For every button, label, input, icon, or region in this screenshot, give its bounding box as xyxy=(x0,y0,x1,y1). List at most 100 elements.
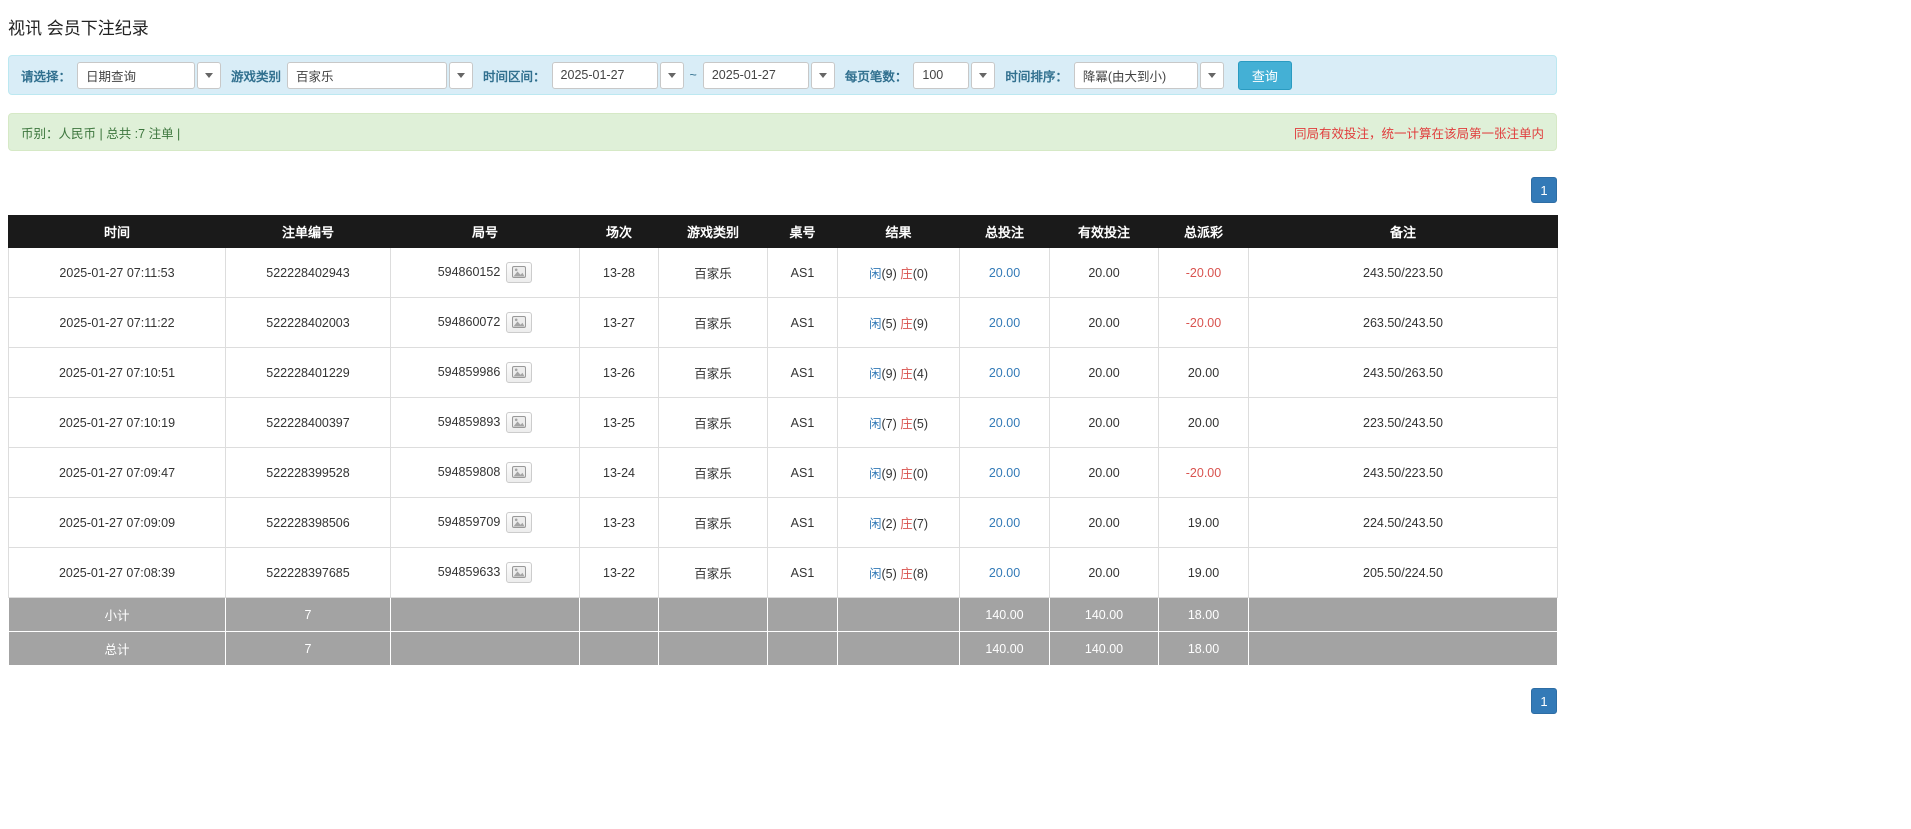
table-header-row: 时间 注单编号 局号 场次 游戏类别 桌号 结果 总投注 有效投注 总派彩 备注 xyxy=(8,215,1558,248)
date-from-input[interactable] xyxy=(551,61,658,89)
total-bet-link[interactable]: 20.00 xyxy=(989,566,1020,580)
table-row: 2025-01-27 07:09:47 522228399528 5948598… xyxy=(8,447,1558,498)
cell-game: 百家乐 xyxy=(658,297,768,348)
cell-payout: 19.00 xyxy=(1158,547,1249,598)
summary-row: 小计 7 140.00 140.00 18.00 xyxy=(8,597,1558,632)
total-bet-link[interactable]: 20.00 xyxy=(989,316,1020,330)
cell-result: 闲(5) 庄(8) xyxy=(837,547,960,598)
chevron-down-icon xyxy=(667,72,676,78)
round-number: 594859709 xyxy=(437,514,501,529)
round-preview-button[interactable] xyxy=(506,362,533,383)
round-preview-button[interactable] xyxy=(506,462,533,483)
cell-total-bet: 20.00 xyxy=(959,297,1050,348)
date-to-dropdown-button[interactable] xyxy=(810,61,835,89)
cell-bet-id: 522228402003 xyxy=(225,297,391,348)
round-preview-button[interactable] xyxy=(506,562,533,583)
cell-session: 13-27 xyxy=(579,297,659,348)
result-player-label: 闲 xyxy=(868,467,882,481)
total-bet-link[interactable]: 20.00 xyxy=(989,516,1020,530)
time-sort-combo xyxy=(1073,61,1224,89)
page-title: 视讯 会员下注纪录 xyxy=(8,19,149,38)
total-bet-link[interactable]: 20.00 xyxy=(989,266,1020,280)
game-type-input[interactable] xyxy=(287,61,448,89)
cell-table: AS1 xyxy=(767,247,838,298)
cell-valid-bet: 20.00 xyxy=(1049,497,1159,548)
cell-game: 百家乐 xyxy=(658,497,768,548)
round-preview-button[interactable] xyxy=(506,412,533,433)
result-player-label: 闲 xyxy=(868,567,882,581)
result-banker-score: (7) xyxy=(912,517,929,531)
result-banker-label: 庄 xyxy=(900,567,913,581)
date-from-dropdown-button[interactable] xyxy=(659,61,684,89)
date-from-combo xyxy=(551,61,684,89)
cell-note: 263.50/243.50 xyxy=(1248,297,1558,348)
game-type-combo xyxy=(287,61,474,89)
result-banker-score: (8) xyxy=(912,567,929,581)
cell-bet-id: 522228398506 xyxy=(225,497,391,548)
select-label: 请选择： xyxy=(21,69,72,84)
cell-table: AS1 xyxy=(767,547,838,598)
per-page-input[interactable] xyxy=(913,61,970,89)
per-page-dropdown-button[interactable] xyxy=(971,61,996,89)
result-player-score: (5) xyxy=(881,567,897,581)
result-player-label: 闲 xyxy=(868,317,882,331)
date-to-input[interactable] xyxy=(702,61,809,89)
time-sort-input[interactable] xyxy=(1073,61,1198,89)
time-sort-dropdown-button[interactable] xyxy=(1199,61,1224,89)
chevron-down-icon xyxy=(979,72,988,78)
cell-valid-bet: 20.00 xyxy=(1049,297,1159,348)
query-type-dropdown-button[interactable] xyxy=(197,61,222,89)
search-button[interactable]: 查询 xyxy=(1237,60,1292,90)
currency-summary-text: 币别：人民币 | 总共 :7 注单 | xyxy=(21,126,181,141)
summary-total-bet: 140.00 xyxy=(959,631,1050,666)
summary-empty-cell xyxy=(658,631,768,666)
table-row: 2025-01-27 07:08:39 522228397685 5948596… xyxy=(8,547,1558,598)
summary-row: 总计 7 140.00 140.00 18.00 xyxy=(8,631,1558,666)
cell-result: 闲(9) 庄(0) xyxy=(837,447,960,498)
cell-bet-id: 522228397685 xyxy=(225,547,391,598)
result-banker-label: 庄 xyxy=(900,267,913,281)
cell-payout: 20.00 xyxy=(1158,347,1249,398)
round-number: 594859893 xyxy=(437,414,501,429)
table-row: 2025-01-27 07:10:51 522228401229 5948599… xyxy=(8,347,1558,398)
result-banker-label: 庄 xyxy=(900,417,913,431)
cell-valid-bet: 20.00 xyxy=(1049,347,1159,398)
page-1-button[interactable]: 1 xyxy=(1531,177,1557,203)
image-icon xyxy=(512,416,527,428)
notice-text: 同局有效投注，统一计算在该局第一张注单内 xyxy=(1293,126,1544,141)
summary-bar: 币别：人民币 | 总共 :7 注单 | 同局有效投注，统一计算在该局第一张注单内 xyxy=(8,113,1557,151)
cell-session: 13-24 xyxy=(579,447,659,498)
total-bet-link[interactable]: 20.00 xyxy=(989,366,1020,380)
cell-note: 243.50/223.50 xyxy=(1248,247,1558,298)
result-player-score: (5) xyxy=(881,317,897,331)
filter-bar: 请选择： 游戏类别 时间区间： ~ 每页笔数： 时间排序： xyxy=(8,55,1557,95)
column-header: 总投注 xyxy=(959,215,1050,248)
table-row: 2025-01-27 07:09:09 522228398506 5948597… xyxy=(8,497,1558,548)
result-player-label: 闲 xyxy=(868,367,882,381)
cell-total-bet: 20.00 xyxy=(959,347,1050,398)
total-bet-link[interactable]: 20.00 xyxy=(989,416,1020,430)
cell-total-bet: 20.00 xyxy=(959,247,1050,298)
round-preview-button[interactable] xyxy=(506,512,533,533)
cell-total-bet: 20.00 xyxy=(959,547,1050,598)
summary-empty-cell xyxy=(658,597,768,632)
query-type-input[interactable] xyxy=(77,61,196,89)
cell-round: 594859986 xyxy=(390,347,580,398)
round-number: 594860152 xyxy=(437,264,501,279)
round-preview-button[interactable] xyxy=(506,262,533,283)
round-preview-button[interactable] xyxy=(506,312,533,333)
result-player-label: 闲 xyxy=(868,417,882,431)
cell-round: 594859709 xyxy=(390,497,580,548)
summary-valid-bet: 140.00 xyxy=(1049,597,1159,632)
summary-empty-cell xyxy=(390,631,580,666)
summary-payout: 18.00 xyxy=(1158,597,1249,632)
total-bet-link[interactable]: 20.00 xyxy=(989,466,1020,480)
round-number: 594859986 xyxy=(437,364,501,379)
game-type-dropdown-button[interactable] xyxy=(449,61,474,89)
result-banker-label: 庄 xyxy=(900,367,913,381)
cell-time: 2025-01-27 07:09:09 xyxy=(8,497,226,548)
date-range-separator: ~ xyxy=(689,68,697,82)
cell-valid-bet: 20.00 xyxy=(1049,547,1159,598)
cell-time: 2025-01-27 07:08:39 xyxy=(8,547,226,598)
page-1-button[interactable]: 1 xyxy=(1531,688,1557,714)
